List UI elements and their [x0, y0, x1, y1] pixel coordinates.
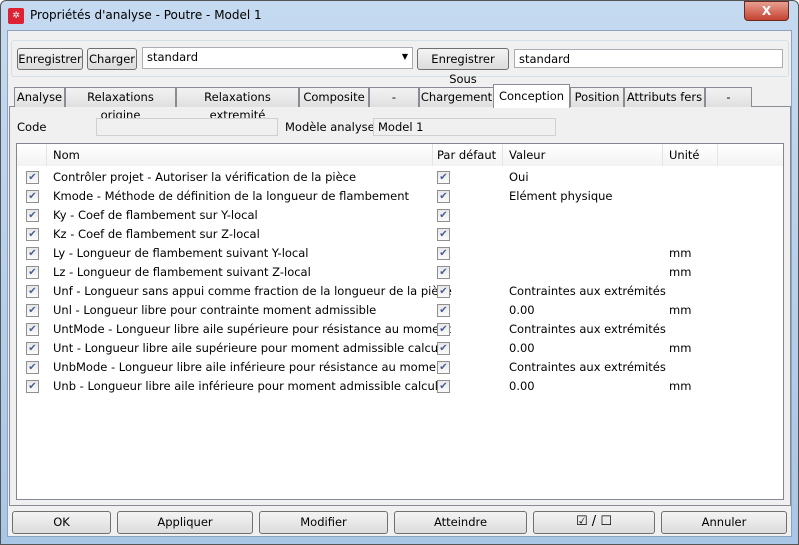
- chevron-down-icon: ▼: [401, 52, 408, 61]
- row-checkbox[interactable]: ✔: [26, 342, 39, 355]
- close-button[interactable]: X: [744, 1, 789, 21]
- row-name: Unt - Longueur libre aile supérieure pou…: [53, 341, 449, 355]
- preset-dropdown[interactable]: standard ▼: [142, 47, 413, 69]
- row-name: Kmode - Méthode de définition de la long…: [53, 189, 410, 203]
- save-button[interactable]: Enregistrer: [17, 48, 83, 70]
- model-field[interactable]: Model 1: [373, 118, 556, 136]
- row-default-checkbox[interactable]: ✔: [437, 266, 450, 279]
- row-default-checkbox[interactable]: ✔: [437, 190, 450, 203]
- properties-table: Nom Par défaut Valeur Unité ✔ Contrôler …: [16, 143, 784, 500]
- row-unit: mm: [669, 341, 692, 355]
- row-value[interactable]: 0.00: [509, 303, 535, 317]
- table-row[interactable]: ✔ UntMode - Longueur libre aile supérieu…: [17, 320, 783, 339]
- table-row[interactable]: ✔ Kmode - Méthode de définition de la lo…: [17, 187, 783, 206]
- load-button[interactable]: Charger: [87, 48, 137, 70]
- modify-button[interactable]: Modifier: [259, 511, 388, 534]
- row-value[interactable]: 0.00: [509, 341, 535, 355]
- row-checkbox[interactable]: ✔: [26, 304, 39, 317]
- row-checkbox[interactable]: ✔: [26, 209, 39, 222]
- row-value[interactable]: Oui: [509, 170, 529, 184]
- tab-conception[interactable]: Conception: [493, 84, 570, 108]
- row-unit: mm: [669, 379, 692, 393]
- row-unit: mm: [669, 246, 692, 260]
- reach-button[interactable]: Atteindre: [394, 511, 527, 534]
- row-default-checkbox[interactable]: ✔: [437, 342, 450, 355]
- row-default-checkbox[interactable]: ✔: [437, 171, 450, 184]
- column-header-par-defaut[interactable]: Par défaut: [433, 144, 503, 166]
- code-label: Code: [17, 120, 47, 134]
- column-header-nom[interactable]: Nom: [47, 144, 433, 166]
- row-value[interactable]: Contraintes aux extrémités: [509, 284, 666, 298]
- app-icon: ✲: [8, 8, 24, 24]
- tab-blank-1[interactable]: -: [369, 87, 419, 107]
- table-row[interactable]: ✔ Contrôler projet - Autoriser la vérifi…: [17, 168, 783, 187]
- row-checkbox[interactable]: ✔: [26, 228, 39, 241]
- save-as-button[interactable]: Enregistrer Sous: [417, 48, 509, 86]
- cancel-button[interactable]: Annuler: [661, 511, 787, 534]
- row-name: UnbMode - Longueur libre aile inférieure…: [53, 360, 448, 374]
- tab-composite[interactable]: Composite: [299, 87, 369, 107]
- row-checkbox[interactable]: ✔: [26, 190, 39, 203]
- table-row[interactable]: ✔ Ky - Coef de flambement sur Y-local ✔: [17, 206, 783, 225]
- row-name: Unf - Longueur sans appui comme fraction…: [53, 284, 452, 298]
- row-name: UntMode - Longueur libre aile supérieure…: [53, 322, 452, 336]
- table-row[interactable]: ✔ Kz - Coef de flambement sur Z-local ✔: [17, 225, 783, 244]
- column-header-unite[interactable]: Unité: [663, 144, 718, 166]
- row-value[interactable]: Contraintes aux extrémités: [509, 322, 666, 336]
- row-name: Unl - Longueur libre pour contrainte mom…: [53, 303, 377, 317]
- tab-relaxations-origine[interactable]: Relaxations origine: [65, 87, 176, 122]
- ok-button[interactable]: OK: [12, 511, 111, 534]
- row-unit: mm: [669, 265, 692, 279]
- row-checkbox[interactable]: ✔: [26, 266, 39, 279]
- row-checkbox[interactable]: ✔: [26, 285, 39, 298]
- row-checkbox[interactable]: ✔: [26, 380, 39, 393]
- row-value[interactable]: Elément physique: [509, 189, 613, 203]
- save-as-name-input[interactable]: standard: [514, 49, 783, 68]
- row-name: Ly - Longueur de flambement suivant Y-lo…: [53, 246, 309, 260]
- table-row[interactable]: ✔ Unb - Longueur libre aile inférieure p…: [17, 377, 783, 396]
- row-checkbox[interactable]: ✔: [26, 171, 39, 184]
- tab-chargement[interactable]: Chargement: [419, 87, 494, 107]
- row-name: Contrôler projet - Autoriser la vérifica…: [53, 170, 357, 184]
- row-default-checkbox[interactable]: ✔: [437, 209, 450, 222]
- row-name: Unb - Longueur libre aile inférieure pou…: [53, 379, 446, 393]
- tab-attributs-fers[interactable]: Attributs fers: [624, 87, 705, 107]
- tab-analyse[interactable]: Analyse: [14, 87, 65, 107]
- row-default-checkbox[interactable]: ✔: [437, 285, 450, 298]
- column-header-check[interactable]: [17, 144, 47, 166]
- column-header-filler: [718, 144, 783, 166]
- column-header-valeur[interactable]: Valeur: [503, 144, 663, 166]
- row-name: Lz - Longueur de flambement suivant Z-lo…: [53, 265, 311, 279]
- row-checkbox[interactable]: ✔: [26, 361, 39, 374]
- table-row[interactable]: ✔ Unf - Longueur sans appui comme fracti…: [17, 282, 783, 301]
- tab-relaxations-extremite[interactable]: Relaxations extremité: [176, 87, 299, 122]
- table-row[interactable]: ✔ Lz - Longueur de flambement suivant Z-…: [17, 263, 783, 282]
- row-default-checkbox[interactable]: ✔: [437, 323, 450, 336]
- code-field[interactable]: [96, 118, 278, 136]
- row-default-checkbox[interactable]: ✔: [437, 304, 450, 317]
- table-row[interactable]: ✔ UnbMode - Longueur libre aile inférieu…: [17, 358, 783, 377]
- preset-value: standard: [147, 50, 199, 64]
- row-default-checkbox[interactable]: ✔: [437, 380, 450, 393]
- row-name: Ky - Coef de flambement sur Y-local: [53, 208, 258, 222]
- row-checkbox[interactable]: ✔: [26, 247, 39, 260]
- window-title: Propriétés d'analyse - Poutre - Model 1: [30, 8, 262, 22]
- tab-position[interactable]: Position: [570, 87, 624, 107]
- row-unit: mm: [669, 303, 692, 317]
- apply-button[interactable]: Appliquer: [117, 511, 253, 534]
- model-label: Modèle analyse: [285, 120, 375, 134]
- row-value[interactable]: 0.00: [509, 379, 535, 393]
- row-default-checkbox[interactable]: ✔: [437, 228, 450, 241]
- table-row[interactable]: ✔ Unt - Longueur libre aile supérieure p…: [17, 339, 783, 358]
- row-checkbox[interactable]: ✔: [26, 323, 39, 336]
- toggle-all-checkboxes-button[interactable]: ☑ / ☐: [533, 511, 655, 534]
- row-default-checkbox[interactable]: ✔: [437, 247, 450, 260]
- row-value[interactable]: Contraintes aux extrémités: [509, 360, 666, 374]
- table-row[interactable]: ✔ Ly - Longueur de flambement suivant Y-…: [17, 244, 783, 263]
- row-name: Kz - Coef de flambement sur Z-local: [53, 227, 260, 241]
- tab-blank-2[interactable]: -: [705, 87, 752, 107]
- row-default-checkbox[interactable]: ✔: [437, 361, 450, 374]
- table-row[interactable]: ✔ Unl - Longueur libre pour contrainte m…: [17, 301, 783, 320]
